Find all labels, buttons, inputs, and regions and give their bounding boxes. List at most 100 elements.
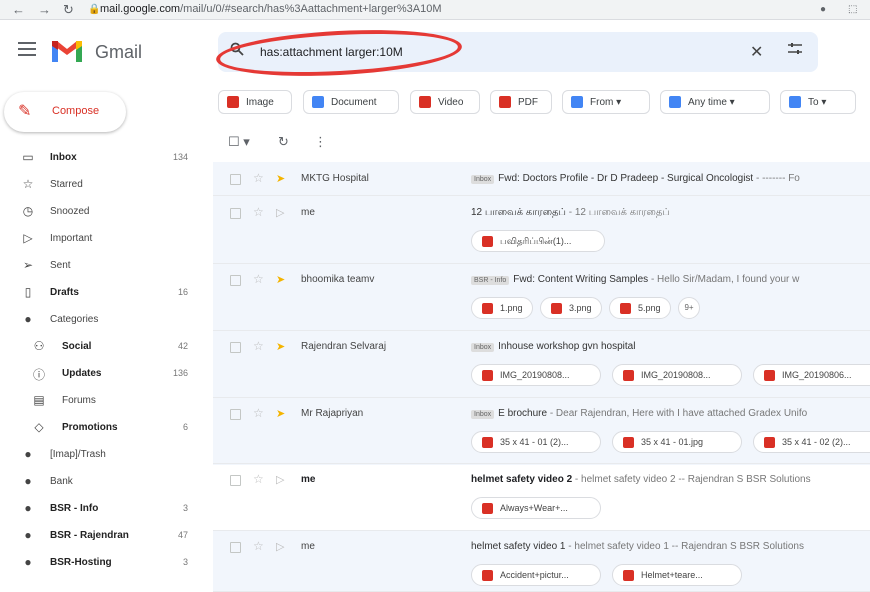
forward-icon[interactable]: → [38, 2, 51, 17]
gmail-logo-icon[interactable] [50, 38, 84, 69]
more-attachments-badge[interactable]: 9+ [678, 297, 700, 319]
image-file-icon [623, 437, 634, 448]
attachment-chip[interactable]: Always+Wear+... [471, 497, 601, 519]
sidebar-item[interactable]: ⚇ Social 42 [0, 334, 200, 360]
row-checkbox[interactable] [230, 475, 241, 486]
attachment-chip[interactable]: 1.png [471, 297, 533, 319]
filter-icon [789, 96, 801, 108]
extension-icon[interactable]: ● [820, 4, 826, 15]
sidebar-item[interactable]: ▷ Important [0, 226, 200, 252]
image-file-icon [482, 303, 493, 314]
filter-chip[interactable]: From ▾ [562, 90, 650, 114]
sidebar-item-label: Important [50, 233, 93, 244]
refresh-icon[interactable]: ↻ [278, 134, 289, 150]
row-checkbox[interactable] [230, 275, 241, 286]
email-row[interactable]: ☆ ▷ me helmet safety video 1 - helmet safet… [213, 532, 870, 592]
back-icon[interactable]: ← [12, 2, 25, 17]
email-summary: helmet safety video 2 - helmet safety vi… [471, 474, 870, 485]
people-icon: ⚇ [33, 339, 45, 353]
star-icon[interactable]: ☆ [253, 272, 264, 286]
attachment-chip[interactable]: IMG_20190808... [612, 364, 742, 386]
attachment-chip[interactable]: 35 x 41 - 01 (2)... [471, 431, 601, 453]
important-marker-icon[interactable]: ▷ [276, 206, 284, 219]
sidebar-item[interactable]: ◷ Snoozed [0, 199, 200, 225]
extension-icon[interactable]: ⬚ [848, 4, 857, 15]
email-summary: Inbox E brochure - Dear Rajendran, Here w… [471, 408, 870, 419]
email-row[interactable]: ☆ ▷ me helmet safety video 2 - helmet safet… [213, 465, 870, 531]
email-row[interactable]: ☆ ▷ me 12 பாவைக் காரதைப் - 12 பாவைக் காரதைப… [213, 198, 870, 264]
clock-icon: ◷ [22, 204, 34, 218]
star-icon[interactable]: ☆ [253, 205, 264, 219]
email-row[interactable]: ☆ ➤ Mr Rajapriyan Inbox E brochure - Dear Ra… [213, 399, 870, 464]
star-icon[interactable]: ☆ [253, 406, 264, 420]
row-checkbox[interactable] [230, 409, 241, 420]
email-row[interactable]: ☆ ➤ bhoomika teamv BSR - Info Fwd: Content W… [213, 265, 870, 331]
attachment-chip[interactable]: 35 x 41 - 01.jpg [612, 431, 742, 453]
select-all-checkbox[interactable]: ☐ ▾ [228, 134, 250, 150]
filter-chip[interactable]: Image [218, 90, 292, 114]
attachment-name: Helmet+teare... [641, 570, 703, 580]
sidebar-item[interactable]: ➢ Sent [0, 253, 200, 279]
sidebar-item[interactable]: ◇ Promotions 6 [0, 415, 200, 441]
sidebar-item[interactable]: ▭ Inbox 134 [0, 145, 200, 171]
row-checkbox[interactable] [230, 208, 241, 219]
address-bar[interactable]: mail.google.com/mail/u/0/#search/has%3Aa… [100, 3, 441, 15]
important-marker-icon[interactable]: ➤ [276, 172, 285, 185]
important-marker-icon[interactable]: ➤ [276, 407, 285, 420]
sidebar-item[interactable]: ● BSR - Rajendran 47 [0, 523, 200, 549]
attachment-chip[interactable]: Helmet+teare... [612, 564, 742, 586]
filter-chip[interactable]: To ▾ [780, 90, 856, 114]
filter-chip[interactable]: PDF [490, 90, 552, 114]
email-row[interactable]: ☆ ➤ Rajendran Selvaraj Inbox Inhouse worksho… [213, 332, 870, 398]
important-marker-icon[interactable]: ➤ [276, 340, 285, 353]
label-icon: ● [24, 447, 32, 461]
star-icon[interactable]: ☆ [253, 339, 264, 353]
attachment-chip[interactable]: IMG_20190806... [753, 364, 870, 386]
sidebar-item[interactable]: ● Categories [0, 307, 200, 333]
attachment-chip[interactable]: 5.png [609, 297, 671, 319]
info-icon: ⓘ [32, 368, 45, 382]
sidebar-item-count: 42 [177, 341, 188, 351]
important-marker-icon[interactable]: ▷ [276, 473, 284, 486]
main-menu-icon[interactable] [18, 42, 36, 56]
row-checkbox[interactable] [230, 342, 241, 353]
sidebar-item-count: 136 [172, 368, 188, 378]
sidebar-item[interactable]: ☆ Starred [0, 172, 200, 198]
sidebar-item-count: 134 [172, 152, 188, 162]
filter-chip[interactable]: Any time ▾ [660, 90, 770, 114]
sidebar-item[interactable]: ⓘ Updates 136 [0, 361, 200, 387]
email-subject: 12 பாவைக் காரதைப் [471, 207, 566, 218]
reload-icon[interactable]: ↻ [63, 2, 74, 18]
pencil-icon: ✎ [18, 103, 32, 120]
sidebar-item-count: 3 [182, 557, 188, 567]
important-marker-icon[interactable]: ➤ [276, 273, 285, 286]
filter-icon [227, 96, 239, 108]
attachment-chip[interactable]: Accident+pictur... [471, 564, 601, 586]
important-marker-icon[interactable]: ▷ [276, 540, 284, 553]
attachment-chip[interactable]: IMG_20190808... [471, 364, 601, 386]
attachment-name: 35 x 41 - 02 (2)... [782, 437, 851, 447]
image-file-icon [482, 437, 493, 448]
sidebar-item[interactable]: ▯ Drafts 16 [0, 280, 200, 306]
star-icon[interactable]: ☆ [253, 539, 264, 553]
star-icon[interactable]: ☆ [253, 472, 264, 486]
attachment-chip[interactable]: பவிதரிப்பின்(1)... [471, 230, 605, 252]
sidebar-item[interactable]: ● [Imap]/Trash [0, 442, 200, 468]
row-checkbox[interactable] [230, 542, 241, 553]
row-checkbox[interactable] [230, 174, 241, 185]
email-row[interactable]: ☆ ➤ MKTG Hospital Inbox Fwd: Doctors Profile… [213, 164, 870, 196]
more-options-icon[interactable]: ⋮ [314, 134, 327, 150]
filter-chip[interactable]: Document [303, 90, 399, 114]
search-options-icon[interactable] [787, 42, 803, 61]
lock-icon: 🔒 [88, 4, 101, 15]
filter-chip[interactable]: Video [410, 90, 480, 114]
email-subject: Inhouse workshop gvn hospital [498, 341, 636, 352]
attachment-chip[interactable]: 35 x 41 - 02 (2)... [753, 431, 870, 453]
close-icon[interactable]: ✕ [750, 42, 763, 62]
sidebar-item[interactable]: ● Bank [0, 469, 200, 495]
attachment-chip[interactable]: 3.png [540, 297, 602, 319]
sidebar-item[interactable]: ▤ Forums [0, 388, 200, 414]
sidebar-item[interactable]: ● BSR-Hosting 3 [0, 550, 200, 576]
star-icon[interactable]: ☆ [253, 171, 264, 185]
sidebar-item[interactable]: ● BSR - Info 3 [0, 496, 200, 522]
